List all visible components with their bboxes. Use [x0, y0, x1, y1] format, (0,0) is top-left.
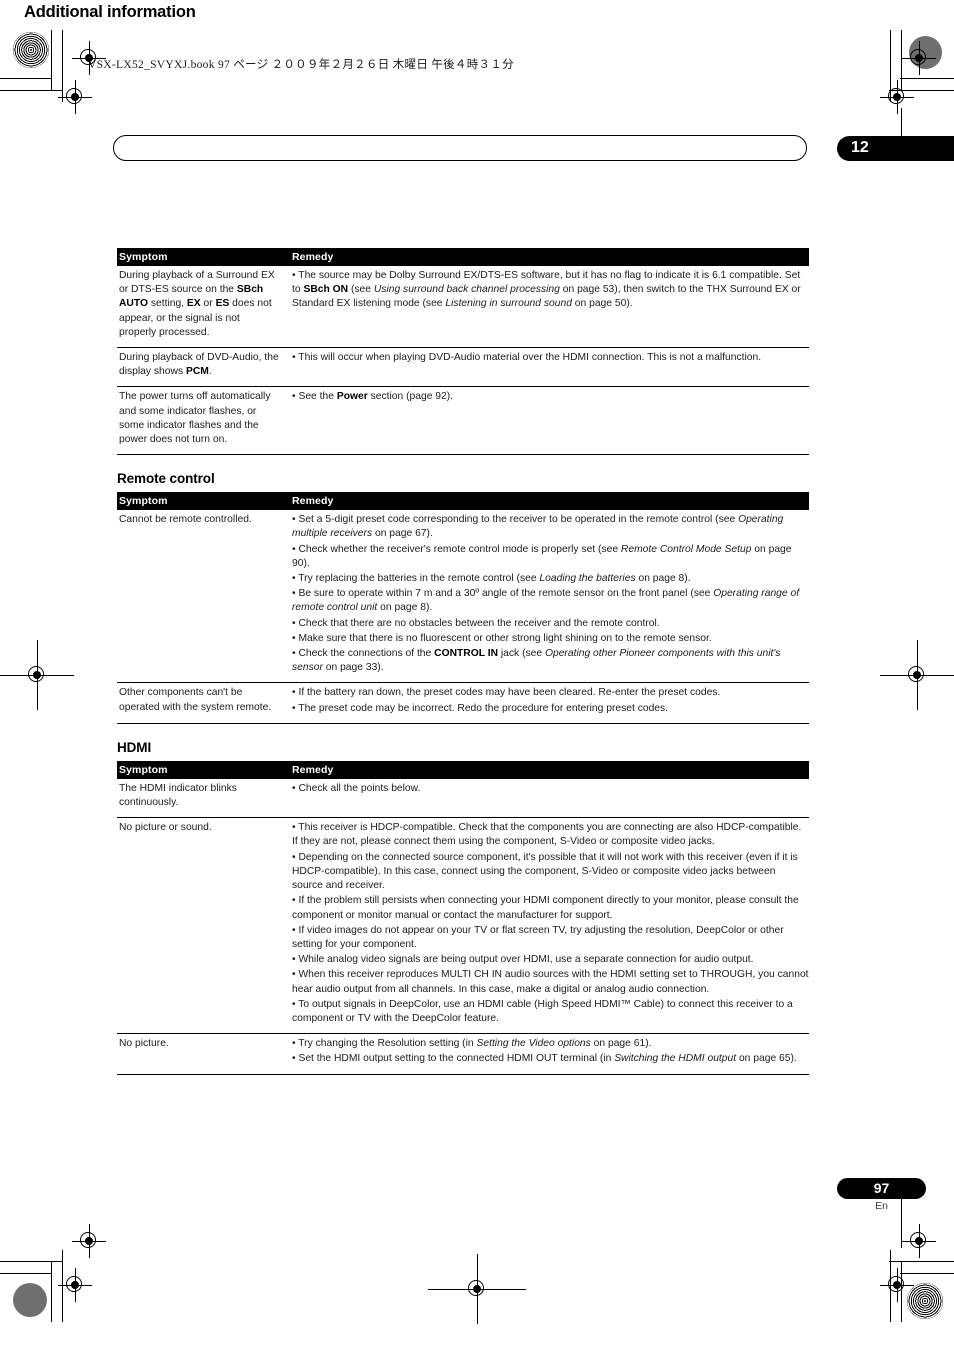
language-code: En [875, 1200, 888, 1212]
troubleshooting-content: Symptom Remedy During playback of a Surrou… [117, 248, 809, 1075]
symptom-cell: Other components can't be operated with … [117, 682, 287, 724]
crop-mark-bottom-left-h1 [0, 1273, 52, 1275]
registration-mark-bottom-right [880, 1268, 914, 1302]
column-header-remedy: Remedy [287, 760, 809, 779]
remedy-cell: • Check all the points below. [287, 778, 809, 819]
table-row: Cannot be remote controlled. • Set a 5-di… [117, 510, 809, 684]
table-row: No picture or sound. • This receiver is H… [117, 817, 809, 1035]
symptom-cell: The power turns off automatically and so… [117, 386, 287, 456]
table-header-row: Symptom Remedy [117, 248, 809, 266]
remedy-cell: • The source may be Dolby Surround EX/DT… [287, 266, 809, 349]
table-header-row: Symptom Remedy [117, 760, 809, 779]
column-header-symptom: Symptom [117, 760, 287, 779]
remedy-cell: • See the Power section (page 92). [287, 386, 809, 456]
book-file-header: VSX-LX52_SVYXJ.book 97 ページ ２００９年２月２６日 木曜… [88, 59, 514, 71]
crop-mark-top-left-v1 [51, 30, 53, 90]
registration-mark-left-middle [0, 640, 74, 710]
registration-mark-bottom-left-inner [72, 1224, 106, 1258]
registration-mark-top-right-inner [902, 41, 936, 75]
registration-mark-bottom-right-inner [902, 1224, 936, 1258]
running-head-bar [113, 135, 807, 161]
registration-mark-bottom-left [58, 1268, 92, 1302]
table-row: During playback of DVD-Audio, the displa… [117, 347, 809, 388]
table-row: No picture. • Try changing the Resolution… [117, 1033, 809, 1075]
troubleshooting-table: Symptom Remedy The HDMI indicator blinks c… [117, 760, 809, 1075]
page-number-badge: 97 [837, 1178, 926, 1199]
page-number: 97 [873, 1180, 890, 1196]
table-row: The power turns off automatically and so… [117, 386, 809, 456]
page-title: Additional information [24, 3, 196, 21]
symptom-cell: No picture or sound. [117, 817, 287, 1035]
column-header-remedy: Remedy [287, 248, 809, 266]
registration-mark-right-middle [880, 640, 954, 710]
symptom-cell: Cannot be remote controlled. [117, 510, 287, 684]
chapter-tab: 12 [837, 136, 954, 161]
halftone-patch-bottom-left [13, 1283, 47, 1317]
section-heading: HDMI [117, 739, 152, 755]
registration-mark-top-right [880, 80, 914, 114]
section-heading: Remote control [117, 471, 215, 487]
remedy-cell: • This receiver is HDCP-compatible. Chec… [287, 817, 809, 1035]
remedy-cell: • Set a 5-digit preset code correspondin… [287, 510, 809, 684]
table-row: During playback of a Surround EX or DTS-… [117, 266, 809, 349]
table-header-row: Symptom Remedy [117, 492, 809, 511]
remedy-cell: • Try changing the Resolution setting (i… [287, 1033, 809, 1075]
registration-mark-bottom-middle [428, 1254, 526, 1324]
column-header-symptom: Symptom [117, 248, 287, 266]
crop-mark-bottom-right-h2 [889, 1261, 954, 1263]
symptom-cell: During playback of a Surround EX or DTS-… [117, 266, 287, 349]
chapter-number: 12 [851, 139, 869, 156]
crop-mark-bottom-left-v1 [51, 1262, 53, 1322]
crop-mark-top-left-h1 [0, 78, 52, 80]
remedy-cell: • If the battery ran down, the preset co… [287, 682, 809, 724]
remedy-cell: • This will occur when playing DVD-Audio… [287, 347, 809, 388]
crop-mark-top-left-h2 [0, 90, 63, 92]
troubleshooting-table: Symptom Remedy During playback of a Surrou… [117, 248, 809, 456]
symptom-cell: No picture. [117, 1033, 287, 1075]
registration-mark-top-left [58, 80, 92, 114]
column-header-symptom: Symptom [117, 492, 287, 511]
table-row: Other components can't be operated with … [117, 682, 809, 724]
column-header-remedy: Remedy [287, 492, 809, 511]
halftone-patch-top-left [13, 32, 49, 68]
symptom-cell: The HDMI indicator blinks continuously. [117, 778, 287, 819]
troubleshooting-table: Symptom Remedy Cannot be remote controlled… [117, 492, 809, 724]
crop-mark-bottom-left-h2 [0, 1261, 63, 1263]
table-row: The HDMI indicator blinks continuously. •… [117, 778, 809, 819]
symptom-cell: During playback of DVD-Audio, the displa… [117, 347, 287, 388]
